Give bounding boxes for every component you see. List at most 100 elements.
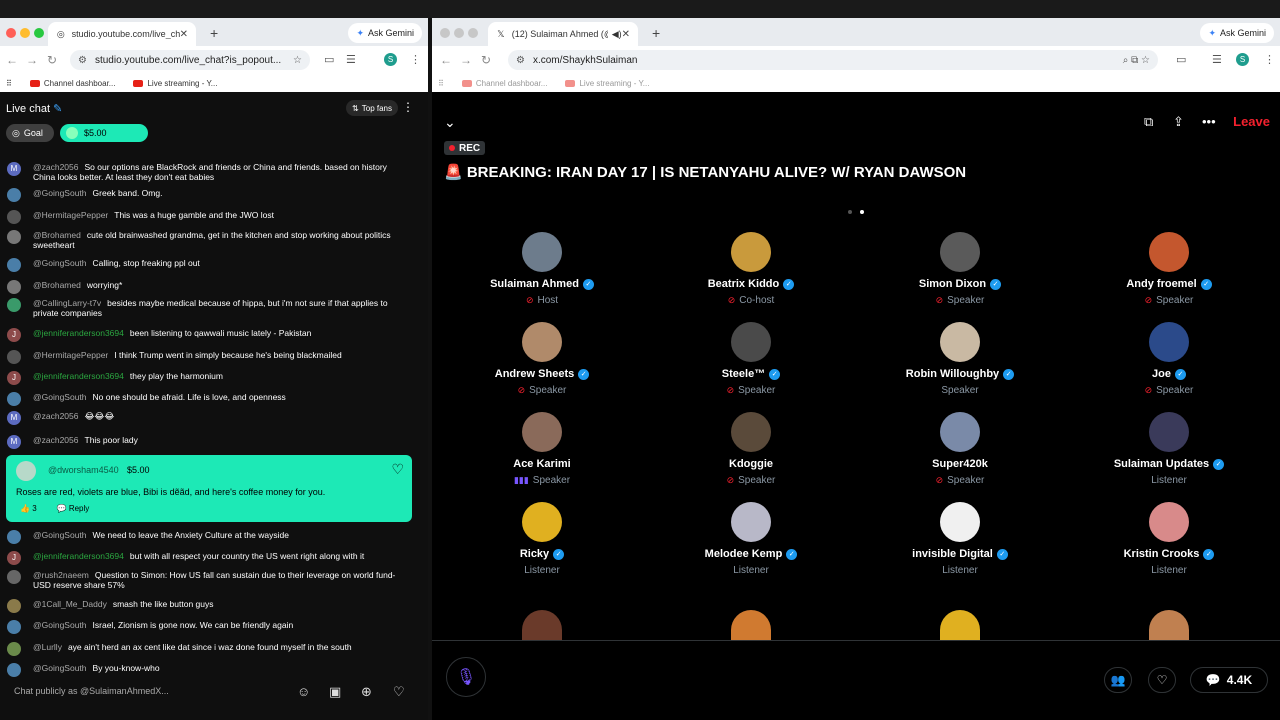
avatar[interactable] [7, 663, 21, 677]
avatar[interactable]: M [7, 435, 21, 449]
back-icon[interactable]: ← [2, 53, 22, 67]
avatar[interactable] [7, 530, 21, 544]
message-author[interactable]: @zach2056 [33, 162, 79, 172]
avatar[interactable] [7, 392, 21, 406]
page-dot[interactable] [848, 210, 852, 214]
bookmark-star-icon[interactable]: ☆ [293, 55, 302, 66]
browser-tab[interactable]: ◎ studio.youtube.com/live_chat ✕ [48, 22, 196, 46]
participant[interactable]: Super420k ⊘ Speaker [870, 412, 1050, 492]
page-dot-active[interactable] [860, 210, 864, 214]
cast-icon[interactable]: ▭ [324, 53, 334, 66]
avatar[interactable]: M [7, 411, 21, 425]
close-tab-icon[interactable]: ✕ [622, 29, 630, 40]
extensions-icon[interactable]: ▭ [1176, 53, 1186, 66]
microphone-icon[interactable]: 🎙 [446, 657, 486, 697]
url-field[interactable]: ⚙ studio.youtube.com/live_chat?is_popout… [70, 50, 310, 70]
participant-avatar[interactable] [940, 232, 980, 272]
dock-icon[interactable]: ⧉ [1144, 114, 1153, 130]
avatar[interactable] [7, 599, 21, 613]
participant-avatar[interactable] [731, 232, 771, 272]
participant-avatar[interactable] [940, 322, 980, 362]
browser-tab[interactable]: 𝕏 (12) Sulaiman Ahmed (@S ◀) ✕ [488, 22, 638, 46]
donation-pill[interactable]: $5.00 [60, 124, 148, 142]
participant[interactable]: Ace Karimi ▮▮▮ Speaker [452, 412, 632, 492]
participant-avatar[interactable] [731, 412, 771, 452]
participant[interactable]: Melodee Kemp ✓ Listener [661, 502, 841, 582]
goal-chip[interactable]: ◎ Goal [6, 124, 54, 142]
close-tab-icon[interactable]: ✕ [180, 29, 188, 40]
ask-gemini-button[interactable]: ✦ Ask Gemini [348, 23, 422, 43]
close-window-button[interactable] [6, 28, 16, 38]
participant[interactable]: Sulaiman Ahmed ✓ ⊘ Host [452, 232, 632, 312]
message-author[interactable]: @CallingLarry-t7v [33, 298, 101, 308]
bookmark-channel-dashboard[interactable]: Channel dashboar... [29, 79, 115, 88]
avatar[interactable] [7, 258, 21, 272]
new-tab-button[interactable]: + [210, 25, 218, 41]
participant[interactable]: invisible Digital ✓ Listener [870, 502, 1050, 582]
participant-avatar[interactable] [522, 610, 562, 640]
message-author[interactable]: @GoingSouth [33, 188, 87, 198]
message-author[interactable]: @HermitagePepper [33, 210, 108, 220]
message-author[interactable]: @Lurlly [33, 642, 62, 652]
super-chat-card[interactable]: @dworsham4540 $5.00 ♡ Roses are red, vio… [6, 455, 412, 522]
more-icon[interactable]: ••• [1202, 114, 1216, 129]
message-author[interactable]: @GoingSouth [33, 258, 87, 268]
participant-avatar[interactable] [731, 322, 771, 362]
reload-icon[interactable]: ↻ [42, 53, 62, 67]
chat-input[interactable]: Chat publicly as @SulaimanAhmedX... [14, 686, 169, 696]
message-author[interactable]: @jenniferanderson3694 [33, 551, 124, 561]
avatar[interactable]: M [7, 162, 21, 176]
maximize-window-button[interactable] [468, 28, 478, 38]
participant[interactable]: Andy froemel ✓ ⊘ Speaker [1079, 232, 1259, 312]
avatar[interactable]: J [7, 371, 21, 385]
heart-icon[interactable]: ♡ [391, 461, 404, 478]
avatar[interactable] [7, 350, 21, 364]
reload-icon[interactable]: ↻ [476, 53, 496, 67]
message-author[interactable]: @GoingSouth [33, 530, 87, 540]
participant-avatar[interactable] [522, 502, 562, 542]
participant-avatar[interactable] [940, 412, 980, 452]
participant[interactable]: Steele™ ✓ ⊘ Speaker [661, 322, 841, 402]
reading-list-icon[interactable]: ☰ [1212, 53, 1222, 66]
participant[interactable]: Kdoggie ⊘ Speaker [661, 412, 841, 492]
participant-avatar[interactable] [1149, 610, 1189, 640]
message-author[interactable]: @jenniferanderson3694 [33, 371, 124, 381]
url-field[interactable]: ⚙ x.com/ShaykhSulaiman ⌕ ⧉ ☆ [508, 50, 1158, 70]
participant-avatar[interactable] [1149, 232, 1189, 272]
minimize-window-button[interactable] [20, 28, 30, 38]
participant-avatar[interactable] [522, 322, 562, 362]
participant-avatar[interactable] [940, 502, 980, 542]
back-icon[interactable]: ← [436, 53, 456, 67]
participant-avatar[interactable] [731, 502, 771, 542]
leave-button[interactable]: Leave [1233, 114, 1270, 129]
message-author[interactable]: @GoingSouth [33, 663, 87, 673]
message-author[interactable]: @zach2056 [33, 411, 79, 421]
participant-avatar[interactable] [522, 232, 562, 272]
participant[interactable]: Ricky ✓ Listener [452, 502, 632, 582]
avatar[interactable] [7, 280, 21, 294]
message-author[interactable]: @Brohamed [33, 280, 81, 290]
close-window-button[interactable] [440, 28, 450, 38]
ask-gemini-button[interactable]: ✦ Ask Gemini [1200, 23, 1274, 43]
heart-icon[interactable]: ♡ [393, 684, 405, 700]
profile-avatar[interactable]: S [384, 53, 397, 66]
browser-menu-icon[interactable]: ⋮ [410, 53, 421, 66]
message-author[interactable]: @zach2056 [33, 435, 79, 445]
add-icon[interactable]: ⊕ [361, 684, 372, 700]
super-chat-icon[interactable]: ▣ [329, 684, 341, 700]
extensions-icon[interactable]: ☰ [346, 53, 356, 66]
avatar[interactable] [7, 298, 21, 312]
replies-button[interactable]: 💬 4.4K [1190, 667, 1268, 693]
message-author[interactable]: @rush2naeem [33, 570, 89, 580]
avatar[interactable] [7, 210, 21, 224]
bookmark-channel-dashboard[interactable]: Channel dashboar... [461, 79, 547, 88]
avatar[interactable] [7, 188, 21, 202]
avatar[interactable]: J [7, 551, 21, 565]
new-tab-button[interactable]: + [652, 25, 660, 41]
participant-avatar[interactable] [1149, 412, 1189, 452]
participant-avatar[interactable] [731, 610, 771, 640]
people-icon[interactable]: 👥 [1104, 667, 1132, 693]
avatar[interactable] [7, 230, 21, 244]
participant[interactable]: Sulaiman Updates ✓ Listener [1079, 412, 1259, 492]
audio-icon[interactable]: ◀) [612, 29, 622, 40]
